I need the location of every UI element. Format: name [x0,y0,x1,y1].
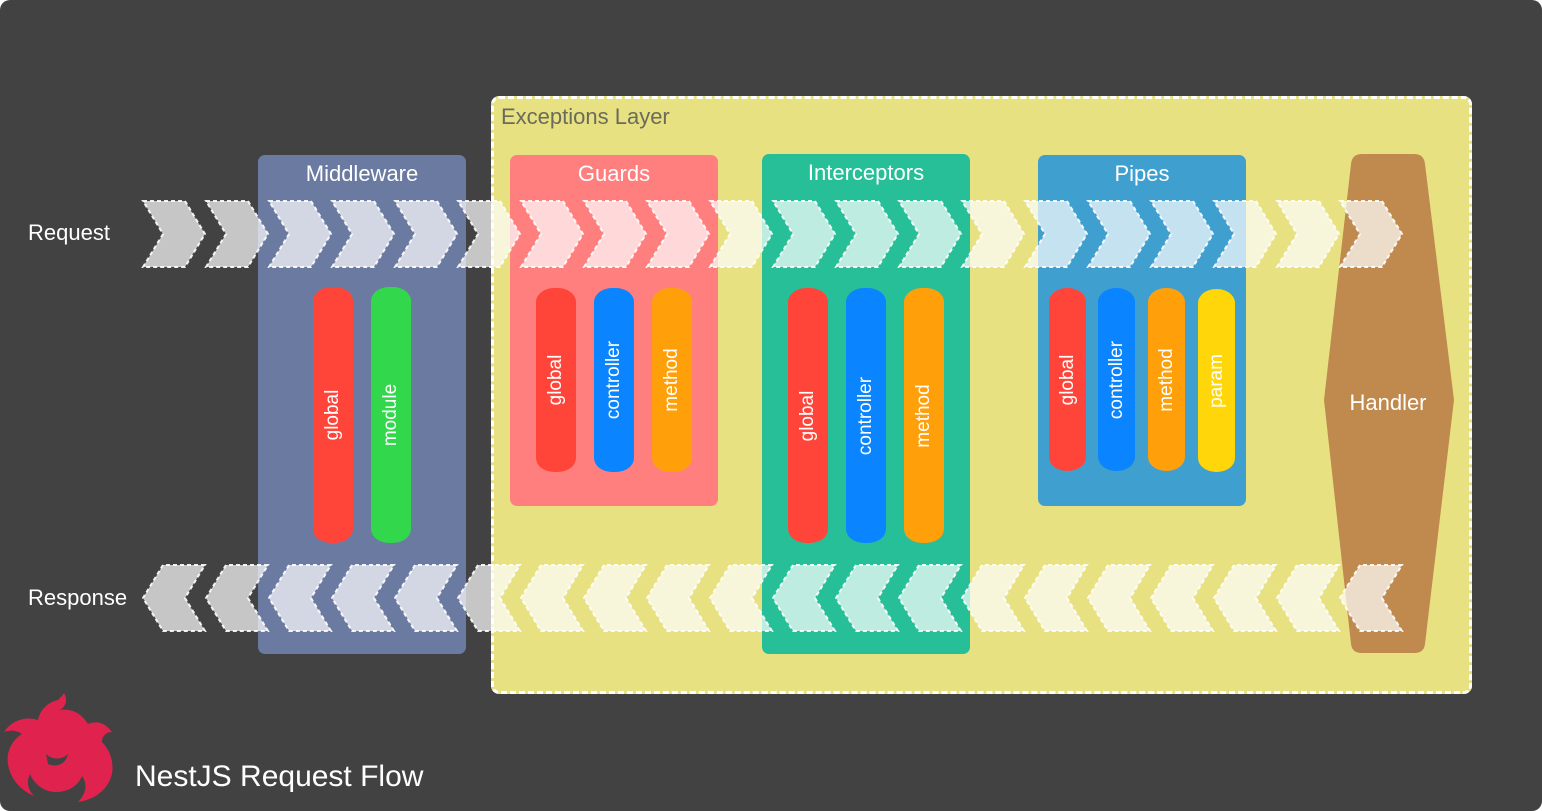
exceptions-layer-title: Exceptions Layer [501,104,670,129]
pipes-scope-controller: controller [1098,288,1135,471]
interceptors-scope-global: global [788,288,828,543]
guards-stage: Guards global controller method [510,155,718,506]
pipes-stage: Pipes global controller method param [1038,155,1246,506]
request-label: Request [28,220,110,245]
middleware-title: Middleware [305,161,419,186]
diagram-canvas: Exceptions Layer Middleware global modul… [0,0,1542,811]
guards-scope-method: method [652,288,692,472]
middleware-scope-module: module [371,287,411,543]
interceptors-scope-method: method [904,288,944,543]
request-chevron-0 [141,200,207,268]
pipes-scope-global: global [1049,288,1086,471]
middleware-stage: Middleware global module [258,155,466,654]
pipes-title: Pipes [1114,161,1170,186]
pipes-scope-param: param [1198,289,1235,472]
response-chevron-0 [141,564,207,632]
guards-scope-controller: controller [594,288,634,472]
guards-scope-global: global [536,288,576,472]
footer-title: NestJS Request Flow [135,760,424,793]
nestjs-logo-icon [4,693,113,802]
guards-title: Guards [577,161,651,186]
response-label: Response [28,585,128,610]
interceptors-title: Interceptors [807,160,925,185]
handler-title: Handler [1349,390,1427,415]
middleware-scope-global: global [313,287,353,543]
interceptors-scope-controller: controller [846,288,886,543]
pipes-scope-method: method [1148,288,1185,471]
interceptors-stage: Interceptors global controller method [762,154,970,654]
